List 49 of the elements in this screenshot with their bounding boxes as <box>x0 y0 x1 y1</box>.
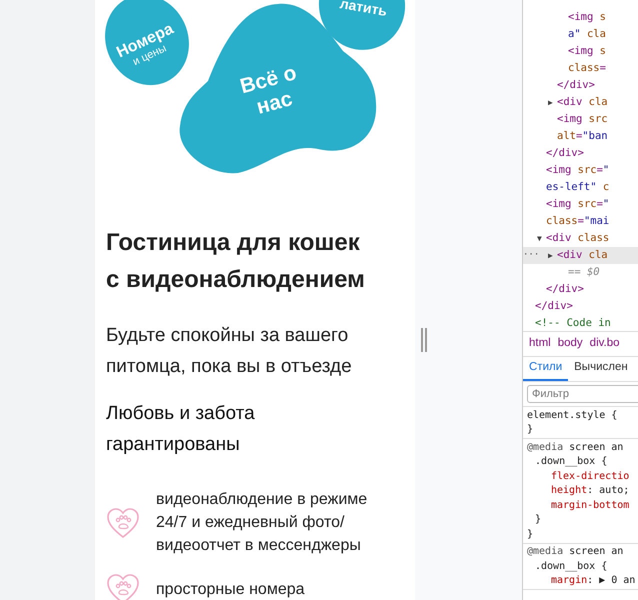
code-line: } <box>527 423 534 438</box>
code-line: <img src=" <box>546 162 610 178</box>
code-line: <!-- Code in <box>535 316 611 331</box>
styles-tab[interactable]: Вычислен <box>568 357 634 381</box>
breadcrumb[interactable]: body <box>558 335 583 353</box>
code-line: } <box>535 513 542 528</box>
code-line: <div class <box>546 230 610 246</box>
code-line: class= <box>568 60 606 76</box>
code-line: .down__box { <box>535 560 608 574</box>
code-line: <img s <box>568 44 606 59</box>
code-line: </div> <box>535 298 573 314</box>
heart-paw-icon <box>106 506 140 538</box>
code-line: } <box>527 528 534 542</box>
code-line: </div> <box>546 282 584 297</box>
code-line: alt="ban <box>557 128 608 144</box>
caret-icon[interactable]: ▶ <box>548 250 557 262</box>
caret-icon[interactable]: ▶ <box>548 96 557 108</box>
code-line: </div> <box>546 146 584 161</box>
subtitle: Будьте спокойны за вашего питомца, пока вы в отъезде <box>106 324 353 379</box>
section-heading: Любовь и забота гарантированы <box>106 402 256 457</box>
page-title: Гостиница для кошек с видеонаблюдением <box>106 228 366 295</box>
code-line: a" cla <box>568 26 606 42</box>
code-line: <div cla <box>557 248 608 263</box>
filter-field[interactable]: Фильтр <box>527 385 638 403</box>
code-line: .down__box { <box>535 455 608 470</box>
breadcrumb[interactable]: html <box>529 335 551 353</box>
resize-handle[interactable] <box>421 328 427 352</box>
code-line: element.style { <box>527 408 618 423</box>
code-line: @media screen an <box>527 545 624 560</box>
code-line: @media screen an <box>527 440 624 455</box>
heart-paw-icon <box>106 573 140 600</box>
code-line: == $0 <box>568 264 600 280</box>
code-line: height: auto; <box>551 484 630 498</box>
code-line: es-left" c <box>546 180 610 195</box>
code-line: <img src <box>557 112 608 127</box>
code-line: flex-directio <box>551 470 630 484</box>
code-line: <img s <box>568 10 606 25</box>
feature-text: видеонаблюдение в режиме 24/7 и ежедневный фото/ видеоотчет в мессенджеры <box>156 490 368 556</box>
caret-icon[interactable]: ▼ <box>537 232 546 244</box>
code-line: </div> <box>557 78 595 93</box>
code-line: <img src=" <box>546 196 610 212</box>
feature-text: просторные номера <box>156 580 305 600</box>
code-line: margin-bottom <box>551 498 630 513</box>
code-line: margin: ▶ 0 an <box>551 574 636 588</box>
code-line: class="mai <box>546 214 610 229</box>
breadcrumb[interactable]: div.bo <box>590 335 620 353</box>
more-icon[interactable]: ··· <box>523 248 540 262</box>
styles-tab[interactable]: Стили <box>523 357 568 381</box>
code-line: <div cla <box>557 94 608 110</box>
